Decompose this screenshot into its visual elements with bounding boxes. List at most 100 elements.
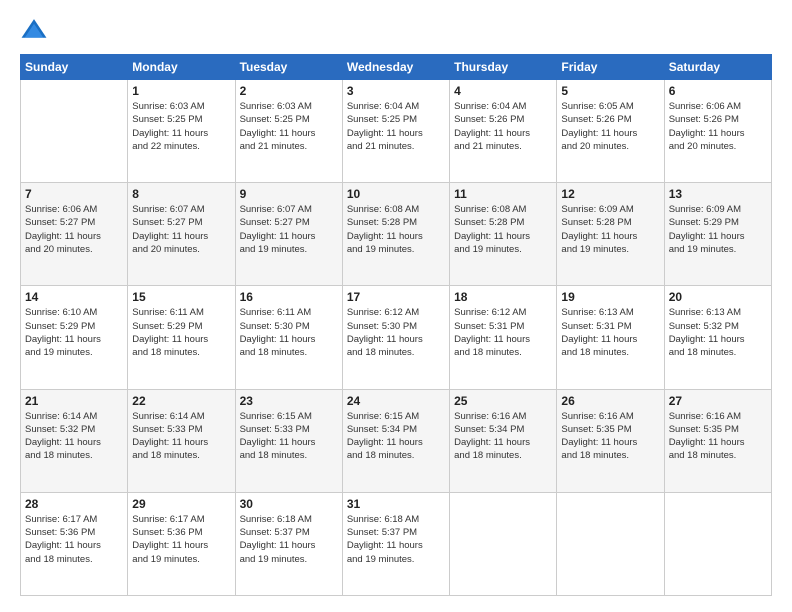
day-number: 8 — [132, 187, 230, 201]
day-info: Sunrise: 6:11 AMSunset: 5:29 PMDaylight:… — [132, 306, 230, 359]
weekday-header-saturday: Saturday — [664, 55, 771, 80]
day-number: 25 — [454, 394, 552, 408]
calendar-cell: 19 Sunrise: 6:13 AMSunset: 5:31 PMDaylig… — [557, 286, 664, 389]
day-info: Sunrise: 6:18 AMSunset: 5:37 PMDaylight:… — [240, 513, 338, 566]
day-info: Sunrise: 6:04 AMSunset: 5:25 PMDaylight:… — [347, 100, 445, 153]
calendar-cell: 20 Sunrise: 6:13 AMSunset: 5:32 PMDaylig… — [664, 286, 771, 389]
calendar-cell: 22 Sunrise: 6:14 AMSunset: 5:33 PMDaylig… — [128, 389, 235, 492]
day-info: Sunrise: 6:07 AMSunset: 5:27 PMDaylight:… — [132, 203, 230, 256]
week-row-2: 7 Sunrise: 6:06 AMSunset: 5:27 PMDayligh… — [21, 183, 772, 286]
day-number: 24 — [347, 394, 445, 408]
day-number: 1 — [132, 84, 230, 98]
day-info: Sunrise: 6:09 AMSunset: 5:28 PMDaylight:… — [561, 203, 659, 256]
day-number: 18 — [454, 290, 552, 304]
day-number: 2 — [240, 84, 338, 98]
day-info: Sunrise: 6:15 AMSunset: 5:34 PMDaylight:… — [347, 410, 445, 463]
day-info: Sunrise: 6:16 AMSunset: 5:35 PMDaylight:… — [669, 410, 767, 463]
day-number: 4 — [454, 84, 552, 98]
calendar-cell: 30 Sunrise: 6:18 AMSunset: 5:37 PMDaylig… — [235, 492, 342, 595]
day-number: 23 — [240, 394, 338, 408]
day-number: 3 — [347, 84, 445, 98]
calendar-cell: 4 Sunrise: 6:04 AMSunset: 5:26 PMDayligh… — [450, 80, 557, 183]
day-number: 10 — [347, 187, 445, 201]
day-info: Sunrise: 6:04 AMSunset: 5:26 PMDaylight:… — [454, 100, 552, 153]
day-info: Sunrise: 6:17 AMSunset: 5:36 PMDaylight:… — [132, 513, 230, 566]
weekday-header-sunday: Sunday — [21, 55, 128, 80]
day-number: 26 — [561, 394, 659, 408]
calendar-cell: 9 Sunrise: 6:07 AMSunset: 5:27 PMDayligh… — [235, 183, 342, 286]
day-number: 9 — [240, 187, 338, 201]
day-number: 20 — [669, 290, 767, 304]
day-number: 30 — [240, 497, 338, 511]
day-info: Sunrise: 6:15 AMSunset: 5:33 PMDaylight:… — [240, 410, 338, 463]
calendar-cell: 12 Sunrise: 6:09 AMSunset: 5:28 PMDaylig… — [557, 183, 664, 286]
weekday-header-friday: Friday — [557, 55, 664, 80]
day-info: Sunrise: 6:05 AMSunset: 5:26 PMDaylight:… — [561, 100, 659, 153]
day-info: Sunrise: 6:11 AMSunset: 5:30 PMDaylight:… — [240, 306, 338, 359]
calendar-cell: 17 Sunrise: 6:12 AMSunset: 5:30 PMDaylig… — [342, 286, 449, 389]
header — [20, 16, 772, 44]
calendar-cell: 23 Sunrise: 6:15 AMSunset: 5:33 PMDaylig… — [235, 389, 342, 492]
day-number: 14 — [25, 290, 123, 304]
calendar-cell: 24 Sunrise: 6:15 AMSunset: 5:34 PMDaylig… — [342, 389, 449, 492]
day-info: Sunrise: 6:13 AMSunset: 5:31 PMDaylight:… — [561, 306, 659, 359]
calendar-cell: 6 Sunrise: 6:06 AMSunset: 5:26 PMDayligh… — [664, 80, 771, 183]
day-number: 6 — [669, 84, 767, 98]
calendar-cell: 26 Sunrise: 6:16 AMSunset: 5:35 PMDaylig… — [557, 389, 664, 492]
calendar-cell: 29 Sunrise: 6:17 AMSunset: 5:36 PMDaylig… — [128, 492, 235, 595]
day-info: Sunrise: 6:09 AMSunset: 5:29 PMDaylight:… — [669, 203, 767, 256]
calendar-cell: 3 Sunrise: 6:04 AMSunset: 5:25 PMDayligh… — [342, 80, 449, 183]
calendar-cell: 16 Sunrise: 6:11 AMSunset: 5:30 PMDaylig… — [235, 286, 342, 389]
calendar-cell: 18 Sunrise: 6:12 AMSunset: 5:31 PMDaylig… — [450, 286, 557, 389]
calendar-table: SundayMondayTuesdayWednesdayThursdayFrid… — [20, 54, 772, 596]
weekday-header-wednesday: Wednesday — [342, 55, 449, 80]
day-info: Sunrise: 6:12 AMSunset: 5:30 PMDaylight:… — [347, 306, 445, 359]
day-number: 16 — [240, 290, 338, 304]
week-row-4: 21 Sunrise: 6:14 AMSunset: 5:32 PMDaylig… — [21, 389, 772, 492]
weekday-header-tuesday: Tuesday — [235, 55, 342, 80]
day-number: 31 — [347, 497, 445, 511]
weekday-header-row: SundayMondayTuesdayWednesdayThursdayFrid… — [21, 55, 772, 80]
day-number: 12 — [561, 187, 659, 201]
calendar-cell — [21, 80, 128, 183]
day-info: Sunrise: 6:10 AMSunset: 5:29 PMDaylight:… — [25, 306, 123, 359]
day-number: 22 — [132, 394, 230, 408]
day-info: Sunrise: 6:06 AMSunset: 5:26 PMDaylight:… — [669, 100, 767, 153]
day-info: Sunrise: 6:17 AMSunset: 5:36 PMDaylight:… — [25, 513, 123, 566]
week-row-5: 28 Sunrise: 6:17 AMSunset: 5:36 PMDaylig… — [21, 492, 772, 595]
day-number: 27 — [669, 394, 767, 408]
page: SundayMondayTuesdayWednesdayThursdayFrid… — [0, 0, 792, 612]
calendar-cell: 11 Sunrise: 6:08 AMSunset: 5:28 PMDaylig… — [450, 183, 557, 286]
day-number: 13 — [669, 187, 767, 201]
calendar-cell: 14 Sunrise: 6:10 AMSunset: 5:29 PMDaylig… — [21, 286, 128, 389]
calendar-cell: 7 Sunrise: 6:06 AMSunset: 5:27 PMDayligh… — [21, 183, 128, 286]
day-info: Sunrise: 6:13 AMSunset: 5:32 PMDaylight:… — [669, 306, 767, 359]
calendar-cell — [557, 492, 664, 595]
logo — [20, 16, 52, 44]
day-info: Sunrise: 6:16 AMSunset: 5:34 PMDaylight:… — [454, 410, 552, 463]
calendar-cell: 13 Sunrise: 6:09 AMSunset: 5:29 PMDaylig… — [664, 183, 771, 286]
day-number: 17 — [347, 290, 445, 304]
day-info: Sunrise: 6:16 AMSunset: 5:35 PMDaylight:… — [561, 410, 659, 463]
day-info: Sunrise: 6:12 AMSunset: 5:31 PMDaylight:… — [454, 306, 552, 359]
day-number: 11 — [454, 187, 552, 201]
day-info: Sunrise: 6:03 AMSunset: 5:25 PMDaylight:… — [132, 100, 230, 153]
day-info: Sunrise: 6:18 AMSunset: 5:37 PMDaylight:… — [347, 513, 445, 566]
calendar-cell: 27 Sunrise: 6:16 AMSunset: 5:35 PMDaylig… — [664, 389, 771, 492]
calendar-cell: 15 Sunrise: 6:11 AMSunset: 5:29 PMDaylig… — [128, 286, 235, 389]
day-number: 15 — [132, 290, 230, 304]
calendar-cell: 28 Sunrise: 6:17 AMSunset: 5:36 PMDaylig… — [21, 492, 128, 595]
calendar-cell: 8 Sunrise: 6:07 AMSunset: 5:27 PMDayligh… — [128, 183, 235, 286]
calendar-cell: 31 Sunrise: 6:18 AMSunset: 5:37 PMDaylig… — [342, 492, 449, 595]
day-info: Sunrise: 6:08 AMSunset: 5:28 PMDaylight:… — [347, 203, 445, 256]
calendar-cell: 10 Sunrise: 6:08 AMSunset: 5:28 PMDaylig… — [342, 183, 449, 286]
day-info: Sunrise: 6:03 AMSunset: 5:25 PMDaylight:… — [240, 100, 338, 153]
logo-icon — [20, 16, 48, 44]
calendar-cell: 5 Sunrise: 6:05 AMSunset: 5:26 PMDayligh… — [557, 80, 664, 183]
weekday-header-monday: Monday — [128, 55, 235, 80]
day-info: Sunrise: 6:07 AMSunset: 5:27 PMDaylight:… — [240, 203, 338, 256]
calendar-cell: 1 Sunrise: 6:03 AMSunset: 5:25 PMDayligh… — [128, 80, 235, 183]
calendar-cell: 25 Sunrise: 6:16 AMSunset: 5:34 PMDaylig… — [450, 389, 557, 492]
day-info: Sunrise: 6:06 AMSunset: 5:27 PMDaylight:… — [25, 203, 123, 256]
day-number: 7 — [25, 187, 123, 201]
